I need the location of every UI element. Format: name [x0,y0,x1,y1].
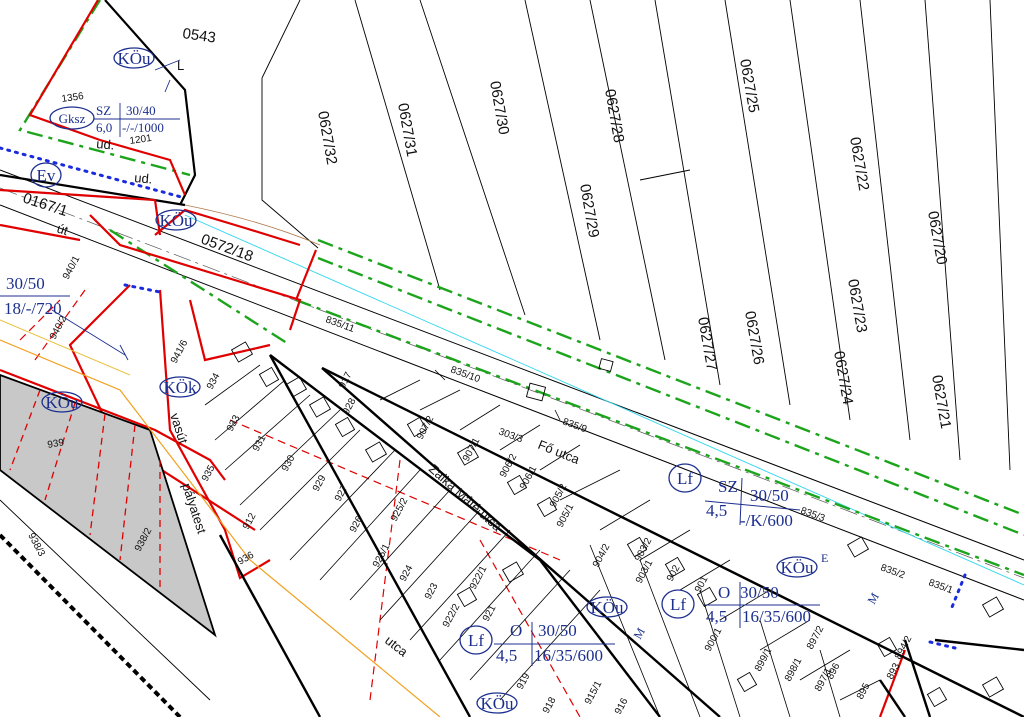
svg-text:O: O [718,583,730,602]
svg-text:30/50: 30/50 [538,621,577,640]
svg-text:SZ: SZ [718,477,738,496]
svg-text:16/35/600: 16/35/600 [742,607,811,626]
zone-kou-1: KÖu [113,47,155,69]
svg-text:6,0: 6,0 [96,120,112,135]
svg-text:4,5: 4,5 [706,607,727,626]
svg-text:KÖu: KÖu [780,558,814,577]
svg-text:16/35/600: 16/35/600 [534,646,603,665]
svg-text:KÖu: KÖu [45,393,79,412]
svg-text:KÖu: KÖu [480,694,514,713]
cadastral-map[interactable]: 05430627/32 0627/31 0627/30 0627/280627/250… [0,0,1024,717]
svg-text:4,5: 4,5 [706,501,727,520]
svg-text:Lf: Lf [468,631,484,650]
zone-kou-3: KÖu [41,391,83,413]
zone-e: E [821,551,828,565]
svg-text:4,5: 4,5 [496,646,517,665]
zone-kou-4: KÖu [586,596,628,618]
svg-text:KÖk: KÖk [163,378,197,397]
svg-text:30/50: 30/50 [740,583,779,602]
svg-text:Lf: Lf [677,469,693,488]
svg-text:-/K/600: -/K/600 [740,511,793,530]
zone-kok: KÖk [159,376,201,398]
svg-text:30/50: 30/50 [750,486,789,505]
street-L: L [177,58,184,73]
street-ud-1: ud. [96,136,115,153]
svg-text:KÖu: KÖu [159,211,193,230]
svg-text:30/40: 30/40 [126,103,156,118]
svg-text:KÖu: KÖu [117,49,151,68]
svg-text:18/-/720: 18/-/720 [4,299,62,318]
svg-text:Ev: Ev [37,166,56,185]
svg-text:Lf: Lf [670,595,686,614]
zone-kou-2: KÖu [155,209,197,231]
zone-kou-6: KÖu [476,692,518,714]
svg-text:Gksz: Gksz [59,111,86,126]
svg-text:30/50: 30/50 [6,274,45,293]
svg-text:KÖu: KÖu [590,598,624,617]
zone-kou-5: KÖu [776,556,818,578]
svg-text:-/-/1000: -/-/1000 [122,120,164,135]
svg-text:SZ: SZ [96,103,111,118]
street-ud-2: ud. [134,170,153,187]
svg-text:O: O [510,621,522,640]
